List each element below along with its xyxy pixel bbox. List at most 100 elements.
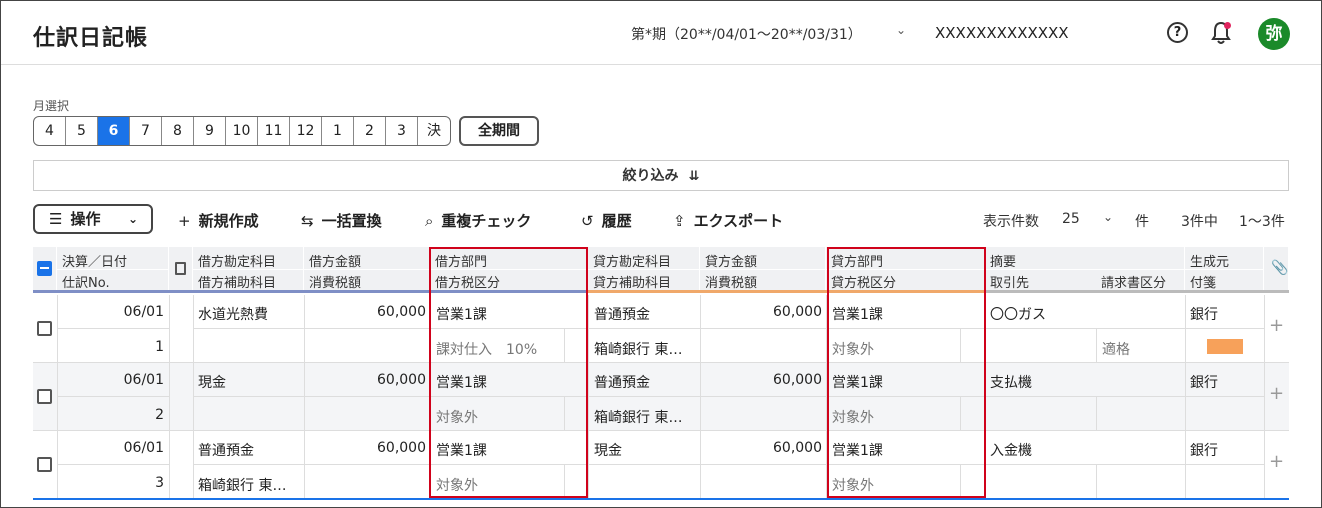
header-date[interactable]: 決算／日付仕訳No. [57,247,169,293]
select-all-checkbox[interactable] [37,261,52,276]
avatar[interactable]: 弥 [1258,18,1290,50]
cell-debit-amount[interactable]: 60,000 [304,304,426,320]
history-label: 履歴 [601,212,632,230]
header-memo[interactable]: 摘要取引先 請求書区分 [985,247,1185,293]
operations-menu-button[interactable]: ☰ 操作 ⌄ [33,204,153,234]
bulk-replace-button[interactable]: ⇆ 一括置換 [301,210,382,231]
cell-date[interactable]: 06/01 [60,440,164,456]
sticky-note-tag[interactable] [1207,339,1243,354]
grid-line [57,464,169,465]
history-button[interactable]: ↺ 履歴 [581,210,632,231]
cell-debit-amount[interactable]: 60,000 [304,440,426,456]
cell-date[interactable]: 06/01 [60,372,164,388]
header-label: 借方勘定科目 [198,255,277,270]
cell-credit-amount[interactable]: 60,000 [700,372,822,388]
app-header: 仕訳日記帳 第*期（20**/04/01〜20**/03/31） ⌄ XXXXX… [1,1,1321,65]
header-label: 生成元 [1190,255,1230,270]
header-label: 消費税額 [705,276,758,291]
grid-line [700,295,701,498]
month-button-active[interactable]: 6 [98,117,130,145]
chevron-down-icon[interactable]: ⌄ [1103,210,1113,224]
filter-toggle[interactable]: 絞り込み ⇊ [33,160,1289,191]
header-label: 貸方勘定科目 [593,255,672,270]
page-title: 仕訳日記帳 [33,26,149,51]
cell-no[interactable]: 1 [60,339,164,355]
range-display: 1〜3件 [1239,214,1285,230]
help-icon[interactable]: ? [1167,22,1188,43]
count-label: 表示件数 [983,214,1039,230]
notification-badge [1224,22,1231,29]
cell-memo[interactable]: 支払機 [990,372,1032,392]
header-origin[interactable]: 生成元 付箋 [1185,247,1264,293]
cell-credit-account[interactable]: 普通預金 [594,304,650,324]
cell-no[interactable]: 2 [60,407,164,423]
month-button[interactable]: 3 [386,117,418,145]
cell-date[interactable]: 06/01 [60,304,164,320]
plus-icon[interactable]: + [1269,451,1284,472]
cell-credit-amount[interactable]: 60,000 [700,440,822,456]
cell-credit-account[interactable]: 現金 [594,440,622,460]
month-button[interactable]: 8 [162,117,194,145]
header-label: 決算／日付 [62,255,128,270]
month-button[interactable]: 5 [66,117,98,145]
month-button[interactable]: 4 [34,117,66,145]
grid-line [193,328,1264,329]
bulk-replace-label: 一括置換 [321,212,382,230]
row-checkbox[interactable] [37,457,52,472]
cell-credit-amount[interactable]: 60,000 [700,304,822,320]
cell-debit-sub[interactable]: 箱崎銀行 東… [198,475,286,495]
header-label: 貸方補助科目 [593,276,672,291]
selected-row-indicator [33,498,1289,500]
month-button[interactable]: 11 [258,117,290,145]
cell-no[interactable]: 3 [60,475,164,491]
double-chevron-down-icon: ⇊ [688,169,700,184]
plus-icon[interactable]: + [1269,315,1284,336]
chevron-down-icon[interactable]: ⌄ [896,23,906,37]
grid-line [169,295,170,498]
paperclip-icon: 📎 [1271,260,1289,276]
header-debit-amount[interactable]: 借方金額 消費税額 [304,247,430,293]
export-button[interactable]: ⇪ エクスポート [673,210,783,231]
cell-debit-account[interactable]: 普通預金 [198,440,254,460]
header-credit-account[interactable]: 貸方勘定科目 貸方補助科目 [588,247,700,293]
duplicate-check-button[interactable]: ⌕ 重複チェック [425,210,531,231]
row-checkbox[interactable] [37,321,52,336]
month-button[interactable]: 10 [226,117,258,145]
month-button[interactable]: 1 [322,117,354,145]
all-period-button[interactable]: 全期間 [459,116,539,146]
header-credit-amount[interactable]: 貸方金額 消費税額 [700,247,826,293]
cell-debit-account[interactable]: 現金 [198,372,226,392]
cell-invoice[interactable]: 適格 [1102,339,1130,359]
page-size-select[interactable]: 25 [1062,211,1080,227]
duplicate-check-label: 重複チェック [441,212,532,230]
cell-memo[interactable]: 入金機 [990,440,1032,460]
month-button[interactable]: 9 [194,117,226,145]
cell-credit-sub[interactable]: 箱崎銀行 東… [594,407,682,427]
grid-line [33,430,1289,431]
header-label: 請求書区分 [1101,276,1167,291]
search-duplicate-icon: ⌕ [425,212,434,230]
header-label: 仕訳No. [62,276,110,291]
plus-icon[interactable]: + [1269,383,1284,404]
header-debit-account[interactable]: 借方勘定科目 借方補助科目 [193,247,304,293]
cell-origin: 銀行 [1190,307,1218,323]
header-label: 取引先 [990,276,1030,291]
month-button-settlement[interactable]: 決 [418,117,450,145]
header-label: 借方金額 [309,255,362,270]
company-name[interactable]: XXXXXXXXXXXXX [935,24,1069,42]
period-selector[interactable]: 第*期（20**/04/01〜20**/03/31） [631,24,862,44]
header-label: 摘要 [990,255,1017,270]
row-checkbox[interactable] [37,389,52,404]
new-entry-label: 新規作成 [198,212,259,230]
cell-debit-account[interactable]: 水道光熱費 [198,304,268,324]
cell-debit-amount[interactable]: 60,000 [304,372,426,388]
cell-memo[interactable]: 〇〇ガス [990,304,1046,324]
plus-icon: + [178,212,191,230]
month-button[interactable]: 7 [130,117,162,145]
month-button[interactable]: 12 [290,117,322,145]
month-button[interactable]: 2 [354,117,386,145]
new-entry-button[interactable]: + 新規作成 [178,210,259,231]
cell-credit-sub[interactable]: 箱崎銀行 東… [594,339,682,359]
other-color-bar [985,290,1289,293]
cell-credit-account[interactable]: 普通預金 [594,372,650,392]
